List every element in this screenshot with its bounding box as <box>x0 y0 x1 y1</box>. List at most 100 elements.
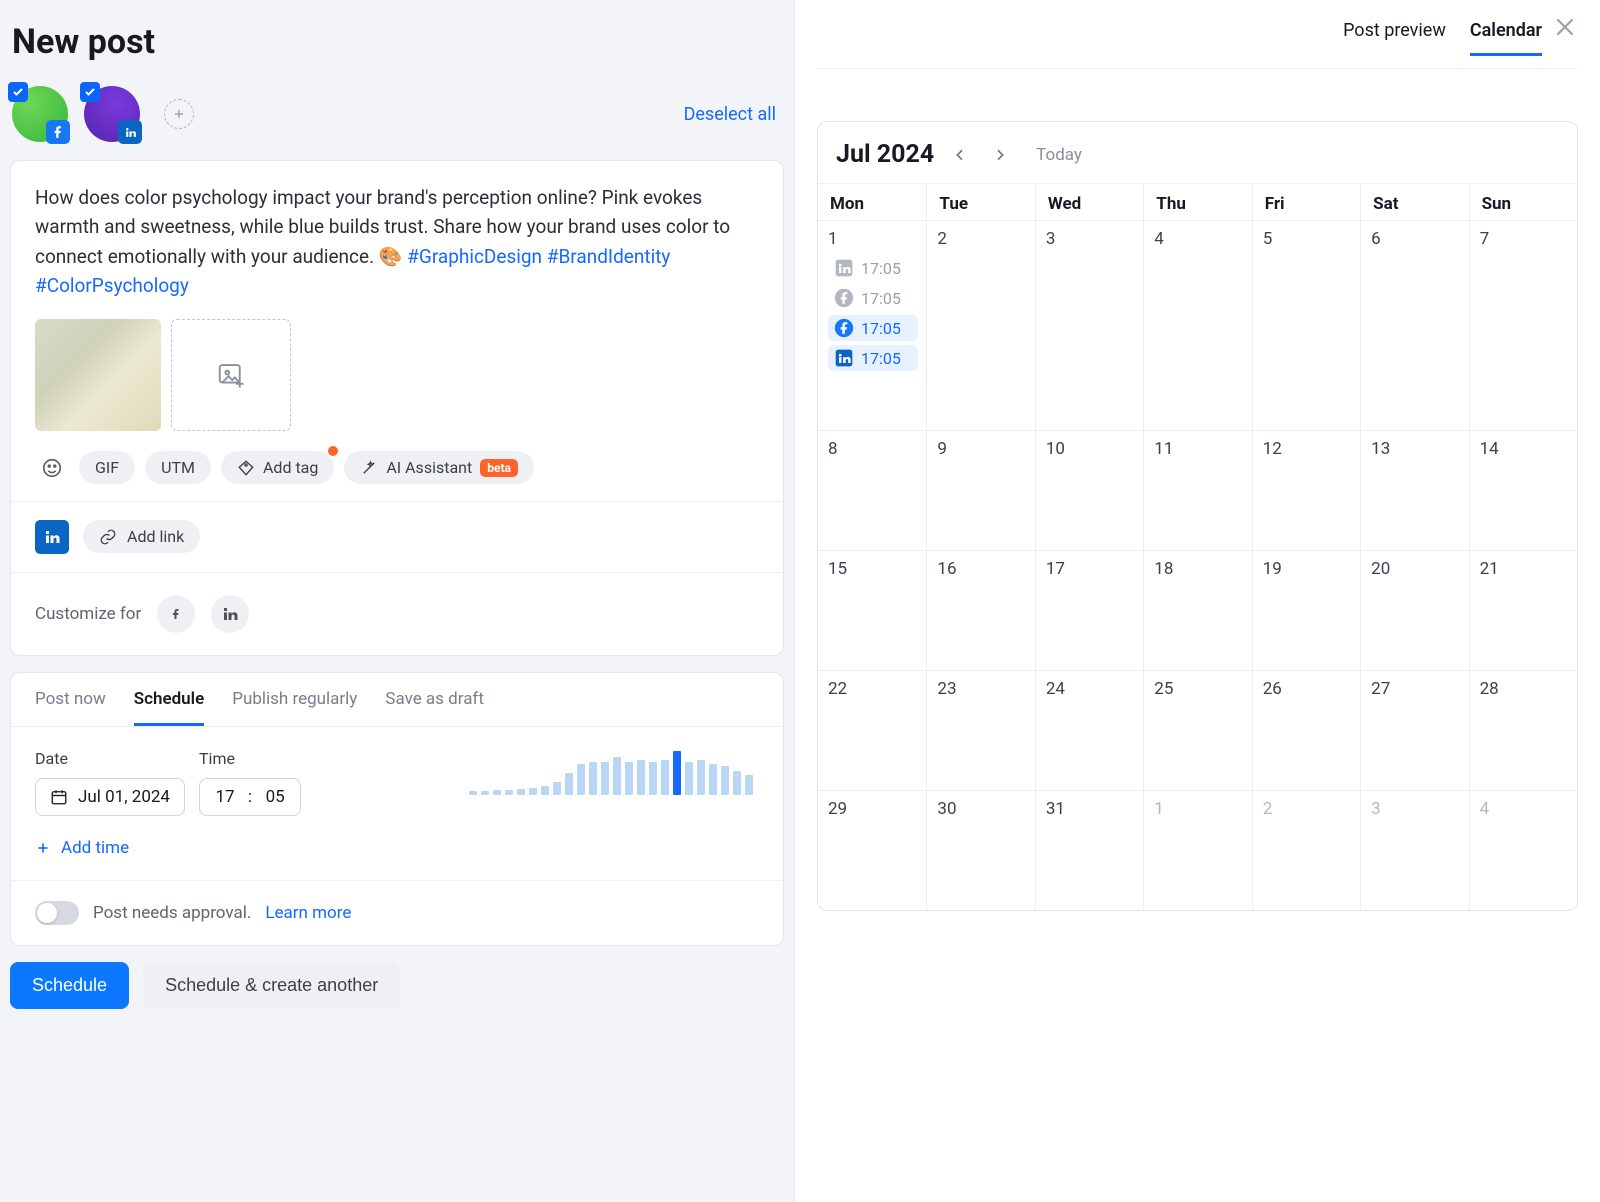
add-time-button[interactable]: Add time <box>11 834 783 880</box>
day-number: 3 <box>1046 229 1135 249</box>
account-avatar-facebook[interactable] <box>12 86 68 142</box>
calendar-cell[interactable]: 3 <box>1035 220 1143 430</box>
tab-post-now[interactable]: Post now <box>35 689 106 726</box>
calendar-cell[interactable]: 4 <box>1469 790 1577 910</box>
calendar-cell[interactable]: 6 <box>1360 220 1468 430</box>
learn-more-link[interactable]: Learn more <box>265 903 351 923</box>
histogram-bar <box>661 760 669 795</box>
today-button[interactable]: Today <box>1036 145 1082 165</box>
account-avatar-linkedin[interactable] <box>84 86 140 142</box>
add-tag-label: Add tag <box>263 458 318 477</box>
calendar-cell[interactable]: 7 <box>1469 220 1577 430</box>
schedule-button[interactable]: Schedule <box>10 962 129 1009</box>
gif-chip[interactable]: GIF <box>79 451 135 484</box>
calendar-event[interactable]: 17:05 <box>828 315 918 341</box>
media-thumbnail[interactable] <box>35 319 161 431</box>
add-media-button[interactable] <box>171 319 291 431</box>
plus-icon <box>35 840 51 856</box>
calendar-cell[interactable]: 16 <box>926 550 1034 670</box>
calendar-cell[interactable]: 30 <box>926 790 1034 910</box>
histogram-bar <box>481 791 489 794</box>
histogram-bar <box>577 764 585 795</box>
close-button[interactable] <box>1552 14 1578 40</box>
day-number: 26 <box>1263 679 1352 699</box>
calendar-title: Jul 2024 <box>836 140 934 169</box>
next-month-button[interactable] <box>986 143 1014 167</box>
calendar-event[interactable]: 17:05 <box>828 285 918 311</box>
calendar-cell[interactable]: 117:0517:0517:0517:05 <box>818 220 926 430</box>
utm-chip[interactable]: UTM <box>145 451 211 484</box>
tab-save-as-draft[interactable]: Save as draft <box>385 689 484 726</box>
day-number: 30 <box>937 799 1026 819</box>
day-number: 14 <box>1480 439 1569 459</box>
add-link-chip[interactable]: Add link <box>83 520 200 553</box>
calendar-cell[interactable]: 21 <box>1469 550 1577 670</box>
customize-for-label: Customize for <box>35 604 141 624</box>
calendar-cell[interactable]: 24 <box>1035 670 1143 790</box>
calendar-cell[interactable]: 4 <box>1143 220 1251 430</box>
calendar-cell[interactable]: 12 <box>1252 430 1360 550</box>
approval-toggle[interactable] <box>35 901 79 925</box>
histogram-bar <box>553 782 561 795</box>
tab-post-preview[interactable]: Post preview <box>1343 20 1446 56</box>
calendar-cell[interactable]: 18 <box>1143 550 1251 670</box>
calendar-cell[interactable]: 22 <box>818 670 926 790</box>
calendar-panel: Jul 2024 Today MonTueWedThuFriSatSun117:… <box>817 121 1578 911</box>
prev-month-button[interactable] <box>946 143 974 167</box>
calendar-icon <box>50 788 68 806</box>
post-text[interactable]: How does color psychology impact your br… <box>35 183 759 301</box>
calendar-cell[interactable]: 8 <box>818 430 926 550</box>
calendar-cell[interactable]: 23 <box>926 670 1034 790</box>
time-label: Time <box>199 749 301 768</box>
calendar-cell[interactable]: 27 <box>1360 670 1468 790</box>
calendar-cell[interactable]: 17 <box>1035 550 1143 670</box>
page-title: New post <box>12 22 784 62</box>
linkedin-icon <box>221 605 239 623</box>
close-icon <box>1552 14 1578 40</box>
calendar-event[interactable]: 17:05 <box>828 345 918 371</box>
day-number: 22 <box>828 679 918 699</box>
add-account-button[interactable] <box>164 99 194 129</box>
calendar-cell[interactable]: 14 <box>1469 430 1577 550</box>
calendar-cell[interactable]: 13 <box>1360 430 1468 550</box>
calendar-cell[interactable]: 9 <box>926 430 1034 550</box>
tab-schedule[interactable]: Schedule <box>134 689 205 726</box>
histogram-bar <box>565 773 573 795</box>
calendar-cell[interactable]: 2 <box>1252 790 1360 910</box>
histogram-bar <box>721 766 729 795</box>
calendar-cell[interactable]: 19 <box>1252 550 1360 670</box>
calendar-cell[interactable]: 25 <box>1143 670 1251 790</box>
add-tag-chip[interactable]: Add tag <box>221 451 334 484</box>
deselect-all-link[interactable]: Deselect all <box>684 104 784 125</box>
calendar-cell[interactable]: 5 <box>1252 220 1360 430</box>
calendar-cell[interactable]: 3 <box>1360 790 1468 910</box>
calendar-cell[interactable]: 28 <box>1469 670 1577 790</box>
date-input[interactable]: Jul 01, 2024 <box>35 778 185 816</box>
calendar-cell[interactable]: 26 <box>1252 670 1360 790</box>
customize-linkedin-button[interactable] <box>211 595 249 633</box>
calendar-cell[interactable]: 10 <box>1035 430 1143 550</box>
histogram-bar <box>649 762 657 795</box>
histogram-bar <box>613 757 621 794</box>
day-number: 8 <box>828 439 918 459</box>
calendar-cell[interactable]: 31 <box>1035 790 1143 910</box>
tab-calendar[interactable]: Calendar <box>1470 20 1542 56</box>
time-input[interactable]: 17 : 05 <box>199 778 301 816</box>
customize-facebook-button[interactable] <box>157 595 195 633</box>
histogram-bar <box>505 790 513 794</box>
day-number: 25 <box>1154 679 1243 699</box>
calendar-cell[interactable]: 20 <box>1360 550 1468 670</box>
tag-icon <box>237 459 255 477</box>
calendar-cell[interactable]: 1 <box>1143 790 1251 910</box>
calendar-cell[interactable]: 11 <box>1143 430 1251 550</box>
calendar-cell[interactable]: 2 <box>926 220 1034 430</box>
tab-publish-regularly[interactable]: Publish regularly <box>232 689 357 726</box>
emoji-button[interactable] <box>35 451 69 485</box>
calendar-cell[interactable]: 15 <box>818 550 926 670</box>
schedule-create-another-button[interactable]: Schedule & create another <box>143 962 400 1009</box>
calendar-cell[interactable]: 29 <box>818 790 926 910</box>
ai-assistant-chip[interactable]: AI Assistant beta <box>344 451 534 484</box>
calendar-event[interactable]: 17:05 <box>828 255 918 281</box>
accounts-row: Deselect all <box>10 82 784 150</box>
weekday-header: Sat <box>1360 183 1468 220</box>
